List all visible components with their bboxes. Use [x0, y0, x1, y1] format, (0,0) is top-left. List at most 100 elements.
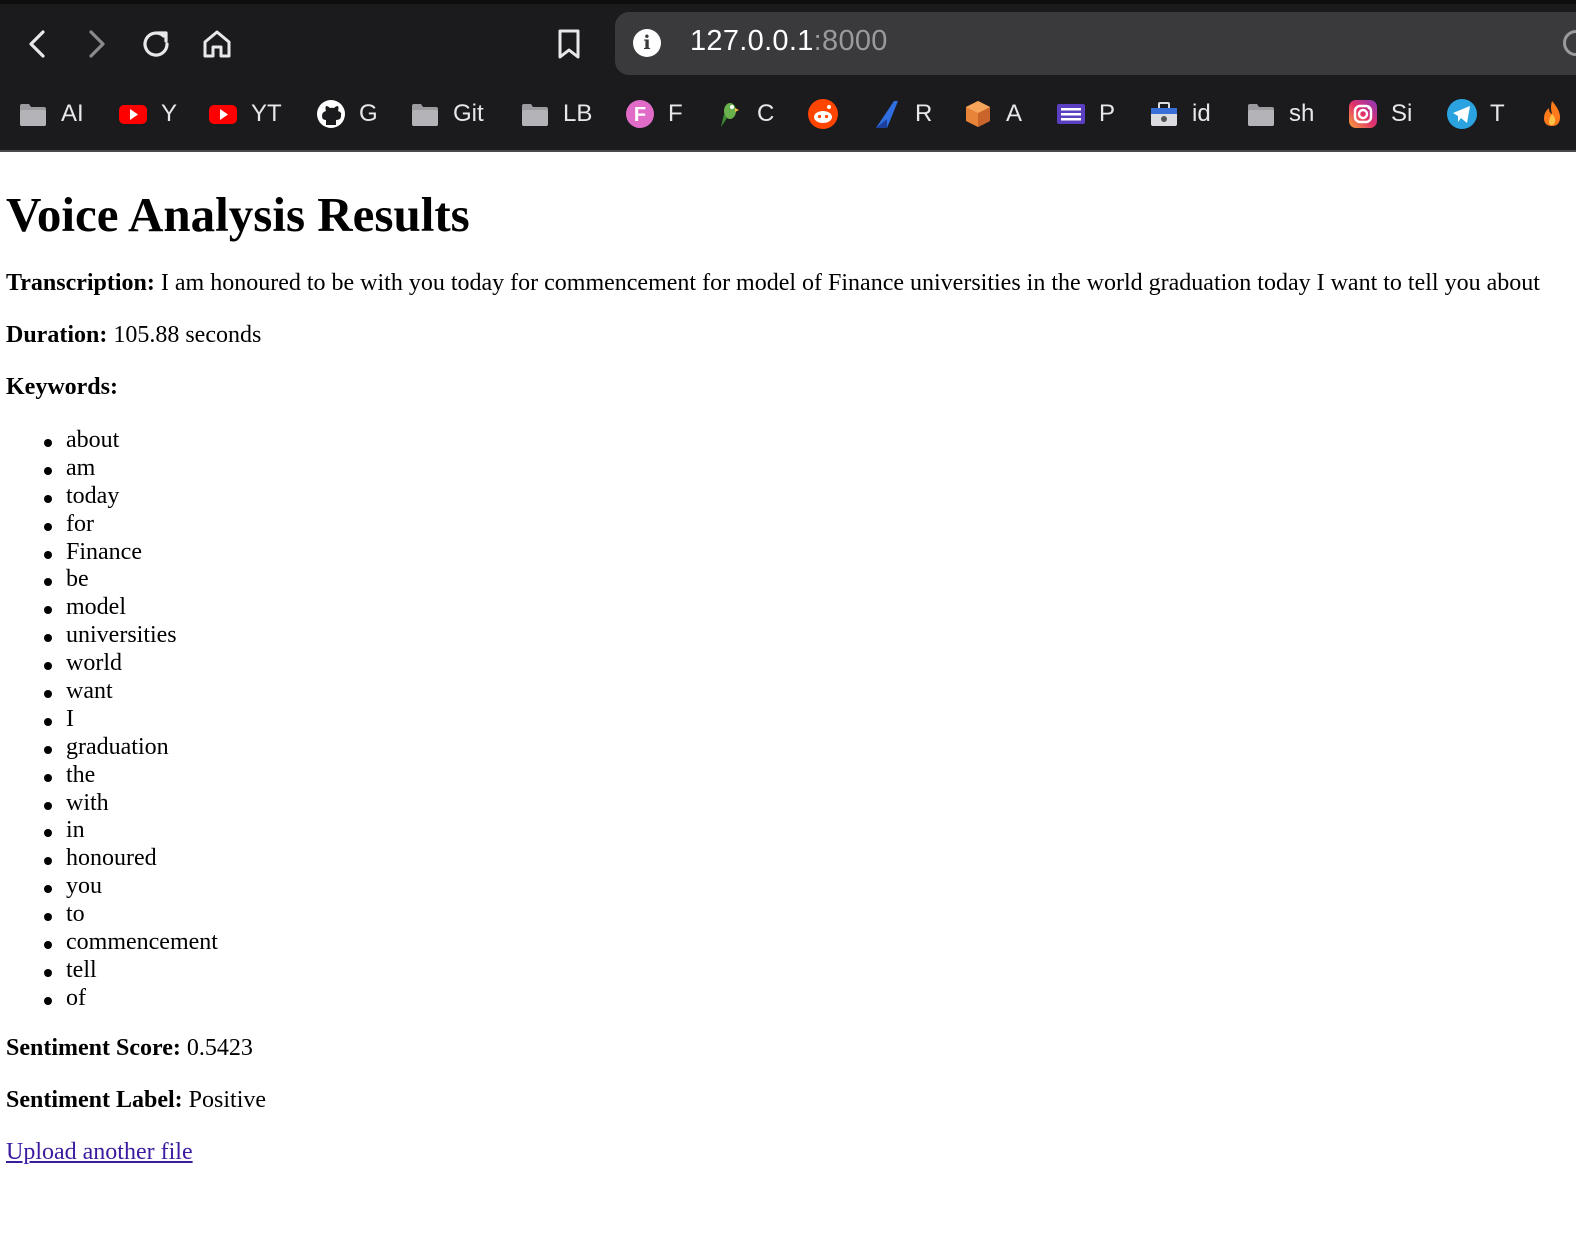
keyword-item: am [0, 455, 218, 483]
briefcase-icon [1148, 98, 1180, 130]
sentiment-label-label: Sentiment Label: [6, 1087, 183, 1113]
bookmark-label: A [1006, 100, 1023, 127]
window-top-strip [0, 0, 1576, 4]
bookmark-item[interactable]: FF [624, 92, 683, 136]
keyword-item: world [0, 650, 218, 678]
keyword-item: honoured [0, 845, 218, 873]
bookmark-label: AI [61, 100, 84, 127]
bookmark-item[interactable]: Y [117, 92, 177, 136]
reload-button[interactable] [134, 22, 178, 66]
duration-value: 105.88 seconds [113, 322, 262, 348]
bookmark-item[interactable]: R [871, 92, 932, 136]
bookmark-label: F [668, 100, 683, 127]
bookmark-button[interactable] [547, 22, 591, 66]
keyword-item: the [0, 762, 218, 790]
bookmark-item[interactable]: P [1055, 92, 1115, 136]
bookmark-label: R [915, 100, 933, 127]
keyword-item: I [0, 706, 218, 734]
bookmark-label: C [757, 100, 775, 127]
keyword-item: with [0, 790, 218, 818]
folder-icon [1245, 98, 1277, 130]
svg-text:F: F [634, 104, 646, 126]
bookmark-label: id [1192, 100, 1211, 127]
home-button[interactable] [195, 22, 239, 66]
keywords-list: about am today for Finance be model universitie… [0, 427, 218, 1013]
bookmark-item[interactable]: G [315, 92, 378, 136]
bookmark-item[interactable] [1536, 92, 1568, 136]
browser-toolbar: i 127.0.0.1:8000 AI Y YT G Git LB F F C R A Pid sh Si… [0, 0, 1576, 152]
keyword-item: for [0, 511, 218, 539]
reddit-icon [807, 98, 839, 130]
transcription-text: I am honoured to be with you today for c… [160, 270, 1540, 296]
duration-label: Duration: [6, 322, 108, 348]
bookmark-label: LB [563, 100, 593, 127]
sentiment-score-value: 0.5423 [186, 1035, 253, 1061]
keyword-item: want [0, 678, 218, 706]
keyword-item: to [0, 901, 218, 929]
bookmark-label: Si [1391, 100, 1413, 127]
bookmark-item[interactable] [807, 92, 839, 136]
url-host: 127.0.0.1 [690, 25, 814, 57]
bookmark-item[interactable]: T [1446, 92, 1505, 136]
keywords-row: Keywords: [6, 374, 118, 401]
search-icon[interactable] [1563, 30, 1576, 56]
folder-icon [409, 98, 441, 130]
keyword-item: be [0, 566, 218, 594]
telegram-icon [1446, 98, 1478, 130]
flame-icon [1536, 98, 1568, 130]
address-bar[interactable]: i 127.0.0.1:8000 [615, 12, 1576, 75]
bookmark-label: P [1099, 100, 1116, 127]
bookmarks-bar: AI Y YT G Git LB F F C R A Pid sh Si T [0, 92, 1576, 136]
keyword-item: about [0, 427, 218, 455]
transcription-label: Transcription: [6, 270, 155, 296]
bookmark-label: sh [1289, 100, 1315, 127]
bookmark-item[interactable]: AI [17, 92, 84, 136]
sentiment-score-row: Sentiment Score: 0.5423 [6, 1035, 253, 1062]
orange-box-icon [962, 98, 994, 130]
purple-list-icon [1055, 98, 1087, 130]
bookmark-item[interactable]: A [962, 92, 1022, 136]
keyword-item: in [0, 817, 218, 845]
keyword-item: Finance [0, 539, 218, 567]
url-text[interactable]: 127.0.0.1:8000 [690, 25, 888, 58]
folder-icon [17, 98, 49, 130]
instagram-icon [1347, 98, 1379, 130]
keyword-item: of [0, 985, 218, 1013]
bookmark-item[interactable]: id [1148, 92, 1211, 136]
parrot-icon [713, 98, 745, 130]
results-page: Voice Analysis Results Transcription: I … [0, 152, 1576, 1248]
blue-slash-icon [871, 98, 903, 130]
chevron-left-icon [29, 30, 45, 58]
sentiment-label-row: Sentiment Label: Positive [6, 1087, 266, 1114]
bookmark-label: YT [251, 100, 282, 127]
chevron-right-icon [89, 30, 105, 58]
keywords-label: Keywords: [6, 374, 118, 400]
bookmark-label: G [359, 100, 378, 127]
back-button[interactable] [16, 22, 60, 66]
bookmark-label: T [1490, 100, 1505, 127]
sentiment-score-label: Sentiment Score: [6, 1035, 181, 1061]
bookmark-item[interactable]: Si [1347, 92, 1412, 136]
info-icon[interactable]: i [633, 29, 661, 57]
home-icon [203, 30, 231, 58]
sentiment-label-value: Positive [188, 1087, 267, 1113]
transcription-row: Transcription: I am honoured to be with … [6, 270, 1540, 297]
bookmark-item[interactable]: sh [1245, 92, 1314, 136]
youtube-icon [117, 98, 149, 130]
bookmark-item[interactable]: Git [409, 92, 484, 136]
page-title: Voice Analysis Results [6, 187, 470, 242]
keyword-item: today [0, 483, 218, 511]
bookmark-icon [558, 29, 580, 59]
forward-button[interactable] [74, 22, 118, 66]
keyword-item: tell [0, 957, 218, 985]
keyword-item: graduation [0, 734, 218, 762]
upload-another-file-link[interactable]: Upload another file [6, 1139, 193, 1166]
bookmark-item[interactable]: C [713, 92, 774, 136]
f-circle-icon: F [624, 98, 656, 130]
duration-row: Duration: 105.88 seconds [6, 322, 261, 349]
bookmark-item[interactable]: YT [207, 92, 282, 136]
bookmark-item[interactable]: LB [519, 92, 592, 136]
keyword-item: you [0, 873, 218, 901]
url-port: :8000 [813, 25, 888, 57]
github-icon [315, 98, 347, 130]
